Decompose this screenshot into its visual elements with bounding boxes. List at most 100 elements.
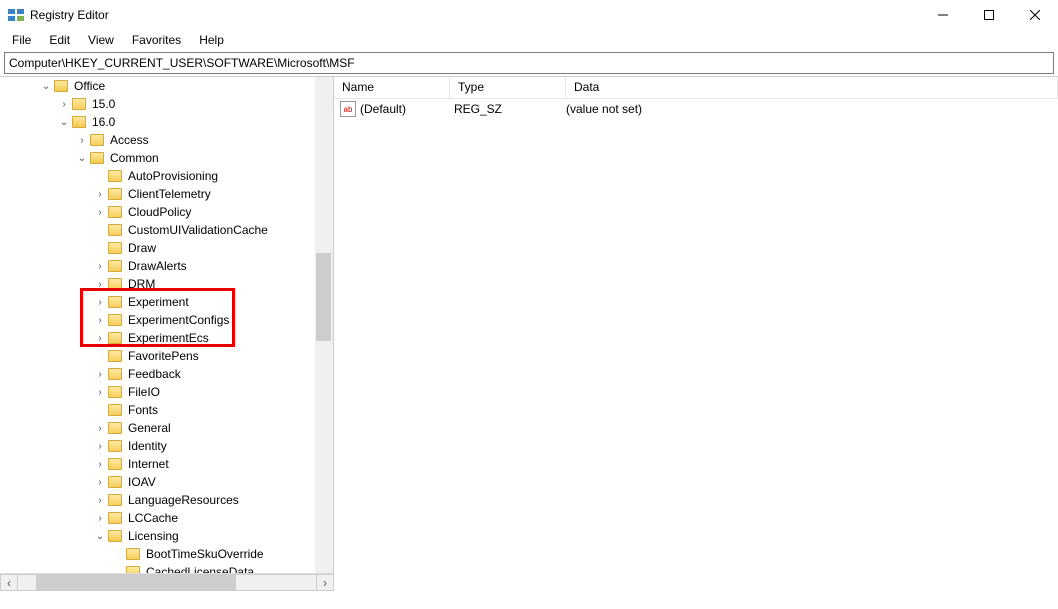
scroll-left-button[interactable]: ‹ [0,574,18,591]
tree-item-internet[interactable]: ›Internet [0,455,334,473]
folder-icon [108,350,122,362]
tree-item-ioav[interactable]: ›IOAV [0,473,334,491]
scrollbar-track[interactable] [18,574,316,591]
menu-file[interactable]: File [4,31,39,49]
chevron-right-icon[interactable]: › [94,368,106,380]
scroll-right-button[interactable]: › [316,574,334,591]
folder-icon [108,404,122,416]
chevron-down-icon[interactable]: ⌄ [40,80,52,92]
scrollbar-thumb[interactable] [316,253,331,341]
menu-favorites[interactable]: Favorites [124,31,189,49]
chevron-right-icon[interactable]: › [94,476,106,488]
chevron-right-icon[interactable]: › [94,458,106,470]
folder-icon [108,494,122,506]
chevron-down-icon[interactable]: ⌄ [76,152,88,164]
chevron-down-icon[interactable]: ⌄ [58,116,70,128]
column-type[interactable]: Type [450,77,566,98]
folder-icon [108,224,122,236]
status-bar [0,591,1058,609]
tree-item-drm[interactable]: ›DRM [0,275,334,293]
tree-view[interactable]: ⌄Office ›15.0 ⌄16.0 ›Access ⌄Common ›Aut… [0,77,334,591]
value-type: REG_SZ [450,102,566,116]
tree-item-experimentconfigs[interactable]: ›ExperimentConfigs [0,311,334,329]
tree-item-fileio[interactable]: ›FileIO [0,383,334,401]
folder-icon [108,296,122,308]
chevron-right-icon[interactable]: › [94,296,106,308]
tree-item-office[interactable]: ⌄Office [0,77,334,95]
workspace: ⌄Office ›15.0 ⌄16.0 ›Access ⌄Common ›Aut… [0,76,1058,591]
tree-item-boottimesku[interactable]: ›BootTimeSkuOverride [0,545,334,563]
folder-icon [108,476,122,488]
tree-item-experimentecs[interactable]: ›ExperimentEcs [0,329,334,347]
chevron-right-icon[interactable]: › [94,332,106,344]
folder-icon [54,80,68,92]
chevron-right-icon[interactable]: › [94,314,106,326]
tree-item-draw[interactable]: ›Draw [0,239,334,257]
folder-icon [72,116,86,128]
chevron-right-icon[interactable]: › [94,206,106,218]
maximize-button[interactable] [966,0,1012,30]
chevron-right-icon[interactable]: › [94,494,106,506]
close-button[interactable] [1012,0,1058,30]
folder-icon [108,260,122,272]
regedit-icon [8,7,24,23]
chevron-right-icon[interactable]: › [94,386,106,398]
tree-item-clienttelemetry[interactable]: ›ClientTelemetry [0,185,334,203]
tree-scrollbar-vertical[interactable] [315,77,333,573]
chevron-right-icon[interactable]: › [94,422,106,434]
tree-item-drawalerts[interactable]: ›DrawAlerts [0,257,334,275]
chevron-right-icon[interactable]: › [76,134,88,146]
value-data: (value not set) [566,102,1058,116]
scrollbar-thumb[interactable] [36,575,236,590]
tree-item-common[interactable]: ⌄Common [0,149,334,167]
tree-item-experiment[interactable]: ›Experiment [0,293,334,311]
folder-icon [108,206,122,218]
folder-icon [72,98,86,110]
tree-pane: ⌄Office ›15.0 ⌄16.0 ›Access ⌄Common ›Aut… [0,77,334,591]
column-data[interactable]: Data [566,77,1058,98]
value-row[interactable]: ab (Default) REG_SZ (value not set) [334,99,1058,119]
tree-item-langres[interactable]: ›LanguageResources [0,491,334,509]
tree-item-customui[interactable]: ›CustomUIValidationCache [0,221,334,239]
tree-item-lccache[interactable]: ›LCCache [0,509,334,527]
chevron-right-icon[interactable]: › [58,98,70,110]
chevron-right-icon[interactable]: › [94,440,106,452]
folder-icon [108,458,122,470]
tree-scrollbar-horizontal[interactable]: ‹ › [0,573,334,591]
tree-item-favoritepens[interactable]: ›FavoritePens [0,347,334,365]
chevron-right-icon[interactable]: › [94,188,106,200]
folder-icon [108,278,122,290]
chevron-right-icon[interactable]: › [94,512,106,524]
tree-item-autoprovisioning[interactable]: ›AutoProvisioning [0,167,334,185]
column-name[interactable]: Name [334,77,450,98]
chevron-down-icon[interactable]: ⌄ [94,530,106,542]
folder-icon [108,422,122,434]
folder-icon [108,332,122,344]
chevron-right-icon[interactable]: › [94,260,106,272]
folder-icon [108,530,122,542]
menu-help[interactable]: Help [191,31,232,49]
tree-item-15[interactable]: ›15.0 [0,95,334,113]
folder-icon [108,242,122,254]
tree-item-cloudpolicy[interactable]: ›CloudPolicy [0,203,334,221]
values-pane: Name Type Data ab (Default) REG_SZ (valu… [334,77,1058,591]
address-bar[interactable] [4,52,1054,74]
tree-item-general[interactable]: ›General [0,419,334,437]
address-input[interactable] [9,56,1049,70]
value-name: (Default) [360,102,450,116]
folder-icon [126,548,140,560]
tree-item-access[interactable]: ›Access [0,131,334,149]
menu-edit[interactable]: Edit [41,31,78,49]
folder-icon [90,134,104,146]
folder-icon [108,440,122,452]
tree-item-identity[interactable]: ›Identity [0,437,334,455]
menu-view[interactable]: View [80,31,122,49]
tree-item-feedback[interactable]: ›Feedback [0,365,334,383]
tree-item-fonts[interactable]: ›Fonts [0,401,334,419]
tree-item-licensing[interactable]: ⌄Licensing [0,527,334,545]
folder-icon [108,170,122,182]
chevron-right-icon[interactable]: › [94,278,106,290]
minimize-button[interactable] [920,0,966,30]
tree-item-16[interactable]: ⌄16.0 [0,113,334,131]
folder-icon [108,314,122,326]
